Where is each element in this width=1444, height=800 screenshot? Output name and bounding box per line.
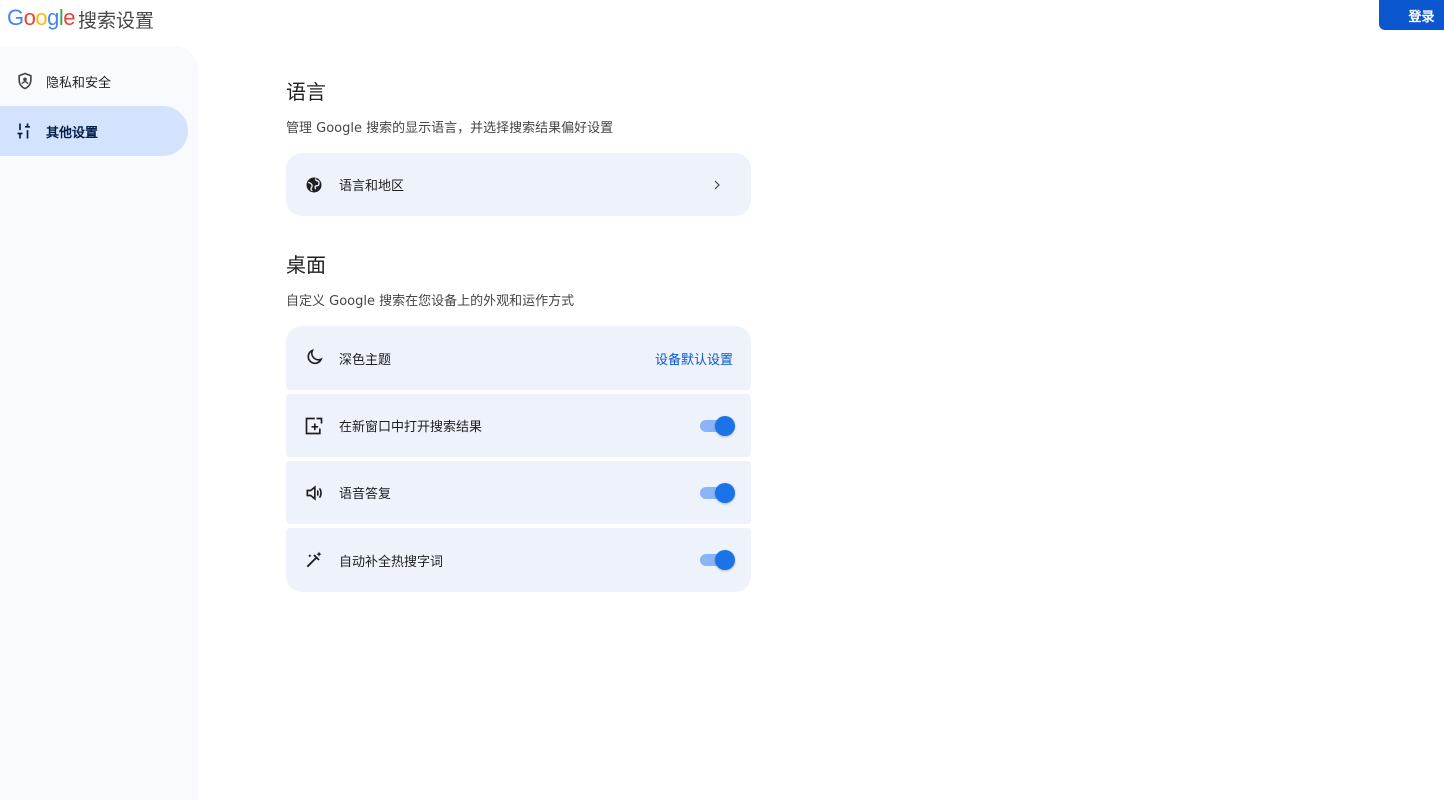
sidebar-item-label: 隐私和安全 <box>46 75 112 91</box>
logo-letter: o <box>35 5 48 30</box>
signin-button[interactable]: 登录 <box>1379 0 1444 30</box>
page-title: 搜索设置 <box>78 10 155 32</box>
sidebar-item-other-settings[interactable]: 其他设置 <box>0 106 188 156</box>
header: Google 搜索设置 登录 <box>0 0 1444 40</box>
sliders-icon <box>15 121 35 141</box>
google-logo[interactable]: Google <box>7 4 76 32</box>
dark-theme-item[interactable]: 深色主题 设备默认设置 <box>286 326 751 390</box>
moon-icon <box>303 347 325 369</box>
logo-letter: o <box>23 5 36 30</box>
section-title-language: 语言 <box>286 80 326 104</box>
new-window-item[interactable]: 在新窗口中打开搜索结果 <box>286 394 751 457</box>
new-window-label: 在新窗口中打开搜索结果 <box>339 420 483 435</box>
sidebar-item-privacy[interactable]: 隐私和安全 <box>0 56 188 106</box>
dark-theme-label: 深色主题 <box>339 352 392 368</box>
voice-reply-toggle[interactable] <box>700 482 735 503</box>
speaker-icon <box>303 482 325 504</box>
section-desc-desktop: 自定义 Google 搜索在您设备上的外观和运作方式 <box>286 294 575 309</box>
magic-wand-icon <box>303 549 325 571</box>
sidebar: 隐私和安全 其他设置 <box>0 46 198 800</box>
globe-icon <box>303 174 325 196</box>
dark-theme-value[interactable]: 设备默认设置 <box>655 349 733 368</box>
chevron-right-icon <box>709 177 725 193</box>
language-region-label: 语言和地区 <box>339 179 405 194</box>
sidebar-item-label: 其他设置 <box>46 125 99 141</box>
autocomplete-label: 自动补全热搜字词 <box>339 554 444 570</box>
autocomplete-toggle[interactable] <box>700 550 735 570</box>
language-region-item[interactable]: 语言和地区 <box>286 153 751 216</box>
logo-letter: e <box>63 5 76 30</box>
voice-reply-label: 语音答复 <box>339 487 392 502</box>
new-window-icon <box>303 415 325 437</box>
logo-letter: g <box>47 5 59 30</box>
shield-icon <box>15 71 35 91</box>
logo-letter: G <box>7 5 24 30</box>
new-window-toggle[interactable] <box>700 415 735 436</box>
section-desc-language: 管理 Google 搜索的显示语言，并选择搜索结果偏好设置 <box>286 121 614 136</box>
section-title-desktop: 桌面 <box>286 253 326 277</box>
voice-reply-item[interactable]: 语音答复 <box>286 461 751 524</box>
autocomplete-item[interactable]: 自动补全热搜字词 <box>286 528 751 592</box>
